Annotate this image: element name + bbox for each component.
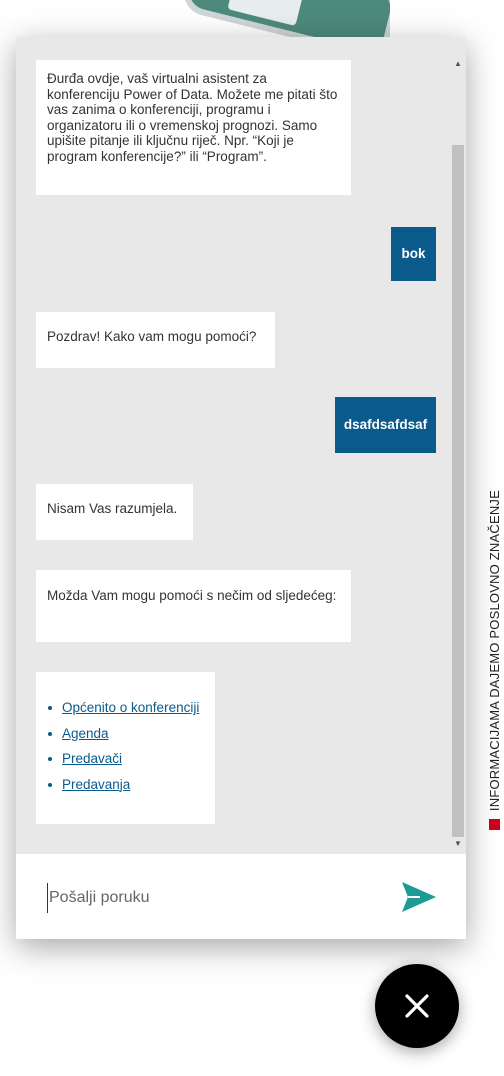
background-car-image [160,0,390,40]
suggestion-list-bubble: Općenito o konferenciji Agenda Predavači… [36,672,215,824]
user-message: bok [391,227,436,281]
send-arrow-icon [402,882,436,912]
bot-message-not-understood: Nisam Vas razumjela. [36,484,193,540]
bot-message-suggestion-intro: Možda Vam mogu pomoći s nečim od sljedeć… [36,570,351,642]
triangle-down-icon[interactable]: ▼ [450,837,466,851]
bot-message-greeting: Pozdrav! Kako vam mogu pomoći? [36,312,275,368]
message-list: Đurđa ovdje, vaš virtualni asistent za k… [16,37,450,854]
list-item: Predavanja [48,777,204,793]
close-chat-button[interactable] [375,964,459,1048]
chat-window: Đurđa ovdje, vaš virtualni asistent za k… [16,37,466,939]
triangle-up-icon[interactable]: ▲ [450,57,466,71]
suggestion-link-lectures[interactable]: Predavanja [62,777,130,792]
send-button[interactable] [400,880,438,914]
list-item: Općenito o konferenciji [48,700,204,716]
bot-message-welcome: Đurđa ovdje, vaš virtualni asistent za k… [36,60,351,195]
scrollbar-thumb[interactable] [452,145,464,837]
side-banner: INFORMACIJAMA DAJEMO POSLOVNO ZNAČENJE [486,490,502,880]
list-item: Predavači [48,751,204,767]
user-message: dsafdsafdsaf [335,397,436,453]
message-scrollbar[interactable]: ▲ ▼ [450,57,466,854]
message-input[interactable] [47,883,371,913]
close-icon [405,994,429,1018]
suggestion-link-speakers[interactable]: Predavači [62,751,122,766]
message-composer [16,854,466,939]
suggestion-link-general[interactable]: Općenito o konferenciji [62,700,199,715]
side-banner-text: INFORMACIJAMA DAJEMO POSLOVNO ZNAČENJE [486,490,502,812]
side-banner-square [488,819,500,831]
suggestion-link-agenda[interactable]: Agenda [62,726,109,741]
list-item: Agenda [48,726,204,742]
suggestion-list: Općenito o konferenciji Agenda Predavači… [47,700,204,792]
